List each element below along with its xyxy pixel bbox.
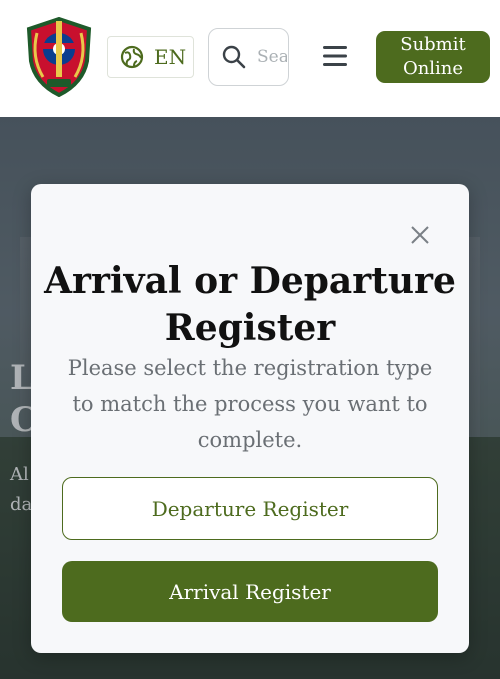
dialog-title: Arrival or Departure Register xyxy=(44,260,456,349)
language-switcher[interactable]: EN xyxy=(107,36,194,78)
close-icon[interactable] xyxy=(409,224,431,246)
arrival-register-button[interactable]: Arrival Register xyxy=(62,561,438,622)
search-input[interactable] xyxy=(257,47,287,67)
dialog-description: Please select the registration type to m… xyxy=(67,356,433,452)
globe-icon xyxy=(120,45,144,69)
site-header: EN Submit Online xyxy=(0,0,500,117)
search-icon xyxy=(222,45,246,69)
register-type-dialog: Arrival or Departure Register Please sel… xyxy=(31,184,469,653)
departure-register-button[interactable]: Departure Register xyxy=(62,477,438,540)
ministry-logo[interactable] xyxy=(25,17,93,97)
submit-online-label: Submit Online xyxy=(400,34,466,79)
search-field[interactable] xyxy=(208,28,289,86)
hamburger-menu-icon[interactable] xyxy=(322,43,348,69)
submit-online-button[interactable]: Submit Online xyxy=(376,31,490,83)
departure-register-label: Departure Register xyxy=(151,496,349,521)
arrival-register-label: Arrival Register xyxy=(169,579,331,604)
language-label: EN xyxy=(154,45,187,69)
